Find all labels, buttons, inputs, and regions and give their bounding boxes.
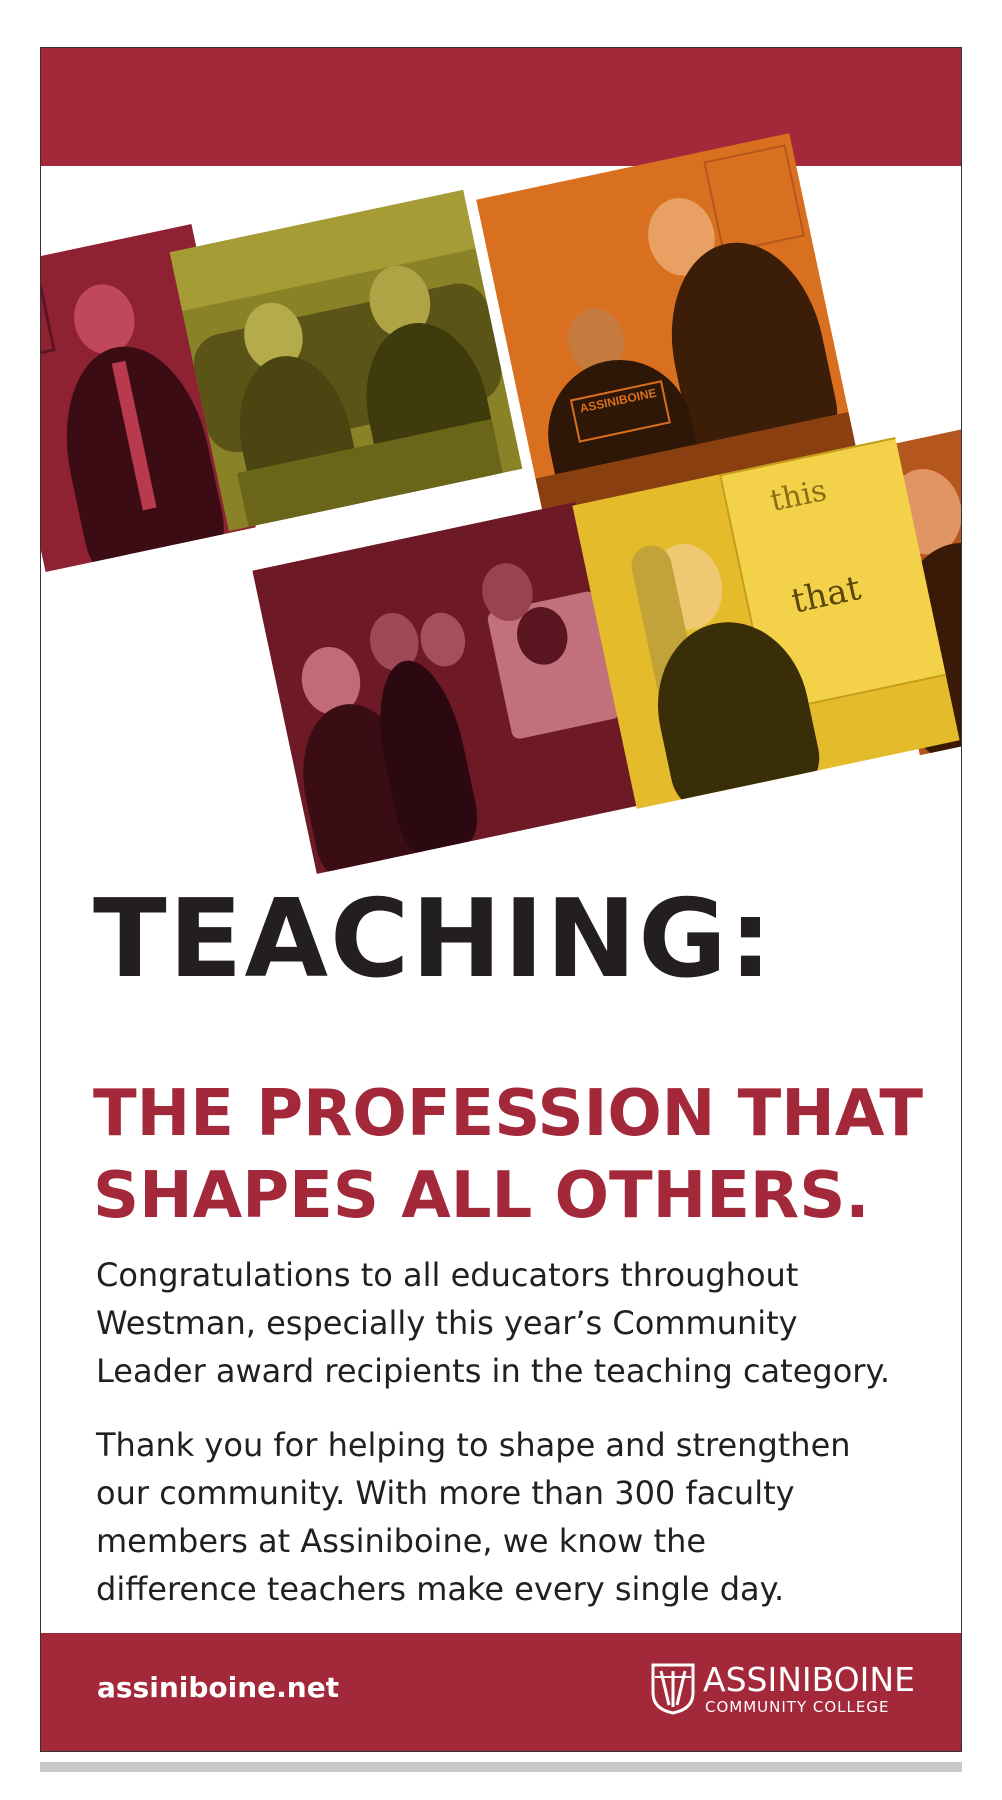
headline: TEACHING: [93, 877, 775, 1002]
paragraph-line: Westman, especially this year’s Communit… [96, 1304, 798, 1342]
congratulations-paragraph: Congratulations to all educators through… [96, 1251, 936, 1395]
advertisement: ASSINIBOINE this that TEACHING: THE PROF… [40, 47, 962, 1752]
subheadline-line-1: THE PROFESSION THAT [93, 1077, 924, 1151]
bottom-divider [40, 1762, 962, 1772]
paragraph-line: Leader award recipients in the teaching … [96, 1352, 890, 1390]
photo-teacher-at-whiteboard: this that [572, 437, 960, 809]
photo-nursing-group [252, 502, 640, 874]
website-link[interactable]: assiniboine.net [97, 1671, 339, 1704]
paragraph-line: difference teachers make every single da… [96, 1570, 785, 1608]
subheadline-line-2: SHAPES ALL OTHERS. [93, 1159, 870, 1233]
photo-instructors-at-desk: ASSINIBOINE [476, 133, 856, 513]
photo-collage: ASSINIBOINE this that [41, 48, 961, 874]
paragraph-line: members at Assiniboine, we know the [96, 1522, 707, 1560]
paragraph-line: our community. With more than 300 facult… [96, 1474, 795, 1512]
paragraph-line: Congratulations to all educators through… [96, 1256, 799, 1294]
paragraph-line: Thank you for helping to shape and stren… [96, 1426, 851, 1464]
subheadline: THE PROFESSION THAT SHAPES ALL OTHERS. [93, 1073, 953, 1237]
college-logo-subtitle: COMMUNITY COLLEGE [705, 1698, 890, 1716]
thank-you-paragraph: Thank you for helping to shape and stren… [96, 1421, 936, 1613]
photo-students-on-couch [169, 189, 523, 532]
footer-band: assiniboine.net ASSINIBOINE COMMUNITY CO… [41, 1633, 961, 1751]
college-logo-name: ASSINIBOINE [703, 1660, 915, 1699]
college-crest-icon [651, 1663, 695, 1715]
